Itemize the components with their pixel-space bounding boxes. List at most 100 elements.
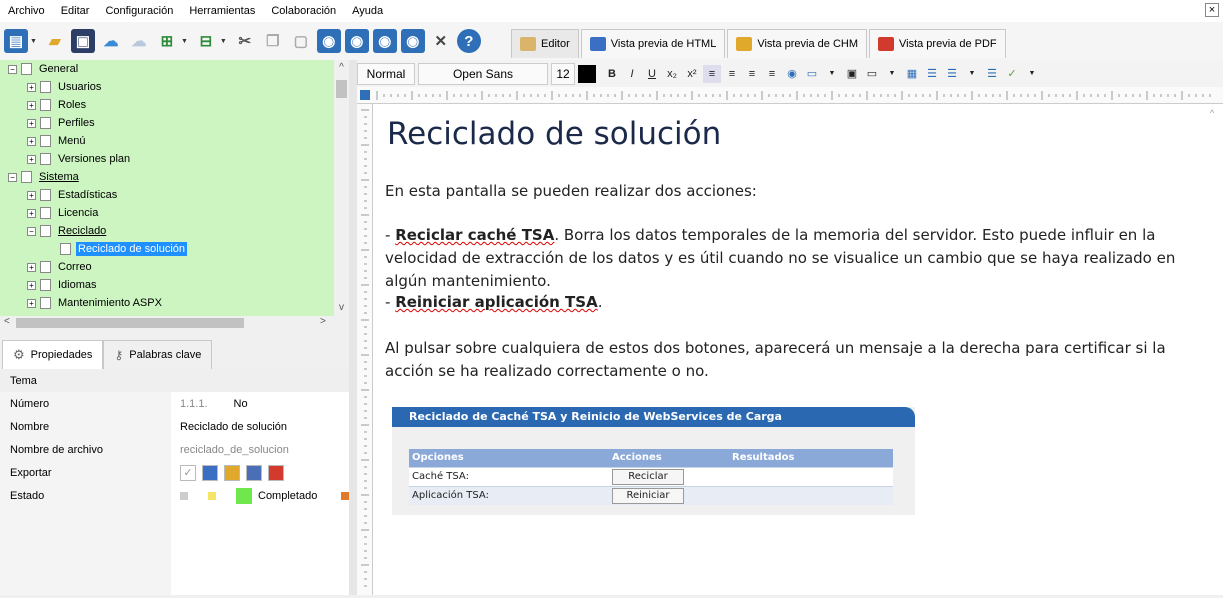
publish-word-icon[interactable]: ◉ — [372, 29, 397, 53]
collapse-icon[interactable]: − — [27, 226, 36, 236]
scroll-thumb[interactable] — [336, 80, 347, 98]
tree-vertical-scrollbar[interactable]: ^ v — [334, 60, 349, 316]
indent-icon[interactable]: ☰ — [983, 65, 1001, 83]
export-chm-icon[interactable] — [224, 464, 240, 481]
copy-icon[interactable]: ❐ — [261, 29, 285, 53]
tab-palabras-clave[interactable]: ⚷ Palabras clave — [103, 340, 213, 369]
tree-node-reciclado-de-solucion[interactable]: Reciclado de solución — [60, 240, 188, 258]
tab-pdf-preview[interactable]: Vista previa de PDF — [869, 29, 1006, 58]
subscript-icon[interactable]: x₂ — [663, 65, 681, 83]
tab-html-preview[interactable]: Vista previa de HTML — [580, 29, 726, 58]
collapse-icon[interactable]: − — [8, 64, 17, 74]
table-icon[interactable]: ▦ — [903, 65, 921, 83]
prop-number-value[interactable]: No — [234, 398, 248, 410]
align-left-icon[interactable]: ≡ — [703, 64, 721, 83]
chevron-down-icon[interactable]: ▼ — [963, 65, 981, 83]
numbered-list-icon[interactable]: ☰ — [943, 65, 961, 83]
bullet-list-icon[interactable]: ☰ — [923, 65, 941, 83]
tree-horizontal-scrollbar[interactable]: < > — [0, 316, 334, 330]
chevron-down-icon[interactable]: ▼ — [220, 38, 227, 45]
scroll-up-icon[interactable]: ^ — [1210, 108, 1214, 118]
export-pdf-icon[interactable] — [268, 464, 284, 481]
expand-icon[interactable]: + — [27, 118, 36, 128]
publish-web-icon[interactable]: ◉ — [344, 29, 369, 53]
tools-icon[interactable]: ✕ — [429, 29, 453, 53]
export-html-icon[interactable] — [202, 464, 218, 481]
expand-icon[interactable]: + — [27, 100, 36, 110]
tree-node-correo[interactable]: + Correo — [27, 258, 94, 276]
menu-ayuda[interactable]: Ayuda — [344, 0, 391, 22]
save-icon[interactable]: ▣ — [70, 29, 95, 53]
scroll-thumb[interactable] — [16, 318, 244, 328]
tree-node-roles[interactable]: + Roles — [27, 96, 88, 114]
reiniciar-button[interactable]: Reiniciar — [612, 487, 684, 504]
tree-node-idiomas[interactable]: + Idiomas — [27, 276, 99, 294]
tab-chm-preview[interactable]: Vista previa de CHM — [727, 29, 867, 58]
underline-button[interactable]: U — [643, 65, 661, 83]
close-icon[interactable]: × — [1205, 3, 1219, 17]
expand-icon[interactable]: + — [27, 82, 36, 92]
field-icon[interactable]: ▭ — [863, 65, 881, 83]
tree-node-sistema[interactable]: − Sistema — [8, 168, 81, 186]
menu-archivo[interactable]: Archivo — [0, 0, 53, 22]
expand-icon[interactable]: + — [27, 190, 36, 200]
export-check-icon[interactable]: ✓ — [180, 464, 196, 481]
chevron-down-icon[interactable]: ▼ — [30, 38, 37, 45]
tab-propiedades[interactable]: ⚙ Propiedades — [2, 340, 104, 369]
align-justify-icon[interactable]: ≡ — [763, 65, 781, 83]
expand-icon[interactable]: + — [27, 136, 36, 146]
cloud-download-icon[interactable]: ☁ — [127, 29, 151, 53]
menu-colaboracion[interactable]: Colaboración — [263, 0, 344, 22]
expand-icon[interactable]: + — [27, 298, 36, 308]
status-gray-icon[interactable] — [180, 491, 188, 500]
image-icon[interactable]: ▭ — [803, 65, 821, 83]
new-project-icon[interactable]: ▤ — [4, 29, 28, 53]
expand-icon[interactable]: + — [27, 280, 36, 290]
prop-name-value[interactable]: Reciclado de solución — [180, 421, 287, 433]
paste-icon[interactable]: ▢ — [289, 29, 313, 53]
menu-configuracion[interactable]: Configuración — [97, 0, 181, 22]
tree-node-estadisticas[interactable]: + Estadísticas — [27, 186, 119, 204]
scroll-up-icon[interactable]: ^ — [334, 62, 349, 73]
media-icon[interactable]: ▣ — [843, 65, 861, 83]
add-child-topic-icon[interactable]: ⊟ — [194, 29, 218, 53]
scroll-left-icon[interactable]: < — [4, 316, 10, 327]
scroll-right-icon[interactable]: > — [320, 316, 326, 327]
font-family-select[interactable]: Open Sans — [418, 62, 548, 85]
publish-html-icon[interactable]: ◉ — [316, 29, 341, 53]
pane-splitter[interactable] — [349, 60, 357, 595]
align-center-icon[interactable]: ≡ — [723, 65, 741, 83]
status-green-icon[interactable] — [236, 487, 252, 504]
open-folder-icon[interactable]: ▰ — [43, 29, 67, 53]
tab-editor[interactable]: Editor — [511, 29, 579, 58]
text-color-icon[interactable] — [578, 64, 596, 83]
expand-icon[interactable]: + — [27, 154, 36, 164]
tree-node-usuarios[interactable]: + Usuarios — [27, 78, 103, 96]
paragraph-style-select[interactable]: Normal — [357, 62, 415, 85]
font-size-select[interactable]: 12 — [551, 62, 575, 85]
status-yellow-icon[interactable] — [208, 491, 216, 500]
align-right-icon[interactable]: ≡ — [743, 65, 761, 83]
chevron-down-icon[interactable]: ▼ — [1023, 65, 1041, 83]
export-word-icon[interactable] — [246, 464, 262, 481]
superscript-icon[interactable]: x² — [683, 65, 701, 83]
menu-editar[interactable]: Editar — [53, 0, 98, 22]
chevron-down-icon[interactable]: ▼ — [883, 65, 901, 83]
bold-button[interactable]: B — [603, 65, 621, 83]
spellcheck-icon[interactable]: ✓ — [1003, 65, 1021, 83]
tree-node-perfiles[interactable]: + Perfiles — [27, 114, 97, 132]
expand-icon[interactable]: + — [27, 262, 36, 272]
menu-herramientas[interactable]: Herramientas — [181, 0, 263, 22]
tree-node-versiones-plan[interactable]: + Versiones plan — [27, 150, 132, 168]
scroll-down-icon[interactable]: v — [334, 302, 349, 313]
add-topic-icon[interactable]: ⊞ — [155, 29, 179, 53]
editor-vertical-scrollbar[interactable]: ^ — [1207, 104, 1223, 595]
chevron-down-icon[interactable]: ▼ — [181, 38, 188, 45]
collapse-icon[interactable]: − — [8, 172, 17, 182]
help-icon[interactable]: ? — [456, 29, 481, 53]
tree-node-mantenimiento-aspx[interactable]: + Mantenimiento ASPX — [27, 294, 164, 312]
link-icon[interactable]: ◉ — [783, 65, 801, 83]
italic-button[interactable]: I — [623, 65, 641, 83]
prop-filename-value[interactable]: reciclado_de_solucion — [180, 444, 289, 456]
expand-icon[interactable]: + — [27, 208, 36, 218]
